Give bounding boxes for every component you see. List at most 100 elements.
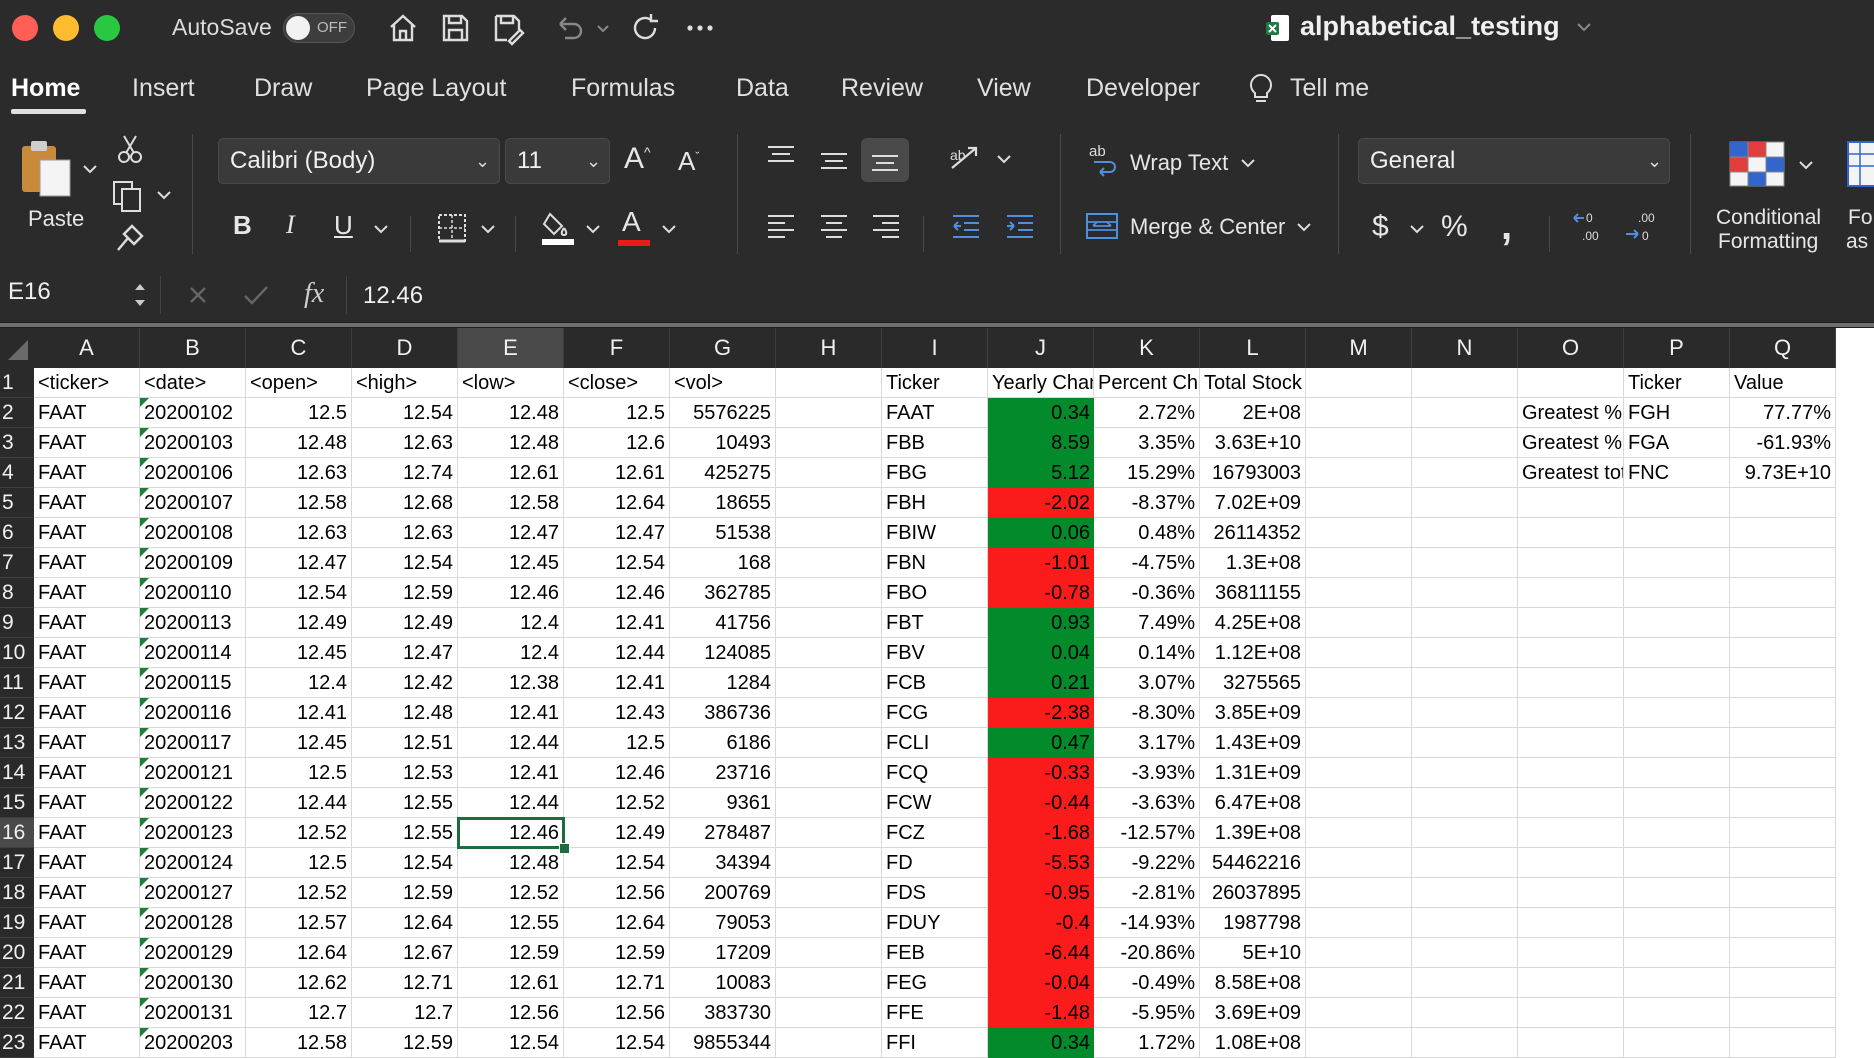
- cell-a11[interactable]: FAAT: [34, 668, 140, 698]
- cell-o22[interactable]: [1518, 998, 1624, 1028]
- cell-q1[interactable]: Value: [1730, 368, 1836, 398]
- cell-h9[interactable]: [776, 608, 882, 638]
- bold-icon[interactable]: B: [233, 210, 252, 241]
- row-header-23[interactable]: 23: [0, 1028, 34, 1058]
- cell-q18[interactable]: [1730, 878, 1836, 908]
- close-window-button[interactable]: [12, 15, 38, 41]
- cell-b9[interactable]: 20200113: [140, 608, 246, 638]
- cell-m12[interactable]: [1306, 698, 1412, 728]
- cell-a3[interactable]: FAAT: [34, 428, 140, 458]
- cell-b2[interactable]: 20200102: [140, 398, 246, 428]
- cell-i12[interactable]: FCG: [882, 698, 988, 728]
- format-as-table-icon[interactable]: [1846, 140, 1874, 188]
- title-chevron-down-icon[interactable]: [1576, 20, 1592, 34]
- cell-c11[interactable]: 12.4: [246, 668, 352, 698]
- cell-o23[interactable]: [1518, 1028, 1624, 1058]
- cell-n20[interactable]: [1412, 938, 1518, 968]
- cell-g17[interactable]: 34394: [670, 848, 776, 878]
- cell-e1[interactable]: <low>: [458, 368, 564, 398]
- cell-n3[interactable]: [1412, 428, 1518, 458]
- cell-a15[interactable]: FAAT: [34, 788, 140, 818]
- cell-c18[interactable]: 12.52: [246, 878, 352, 908]
- column-header-c[interactable]: C: [246, 328, 352, 368]
- cell-k1[interactable]: Percent Change: [1094, 368, 1200, 398]
- cell-m10[interactable]: [1306, 638, 1412, 668]
- cell-d18[interactable]: 12.59: [352, 878, 458, 908]
- cell-f4[interactable]: 12.61: [564, 458, 670, 488]
- cell-n6[interactable]: [1412, 518, 1518, 548]
- cell-o13[interactable]: [1518, 728, 1624, 758]
- cell-g3[interactable]: 10493: [670, 428, 776, 458]
- cell-h19[interactable]: [776, 908, 882, 938]
- wrap-text-icon[interactable]: ab: [1088, 142, 1120, 178]
- cell-e8[interactable]: 12.46: [458, 578, 564, 608]
- cell-c6[interactable]: 12.63: [246, 518, 352, 548]
- cell-i4[interactable]: FBG: [882, 458, 988, 488]
- cell-p23[interactable]: [1624, 1028, 1730, 1058]
- row-header-8[interactable]: 8: [0, 578, 34, 608]
- wrap-text-label[interactable]: Wrap Text: [1130, 150, 1228, 176]
- cell-c1[interactable]: <open>: [246, 368, 352, 398]
- cell-a9[interactable]: FAAT: [34, 608, 140, 638]
- conditional-formatting-icon[interactable]: [1728, 140, 1786, 188]
- cell-j14[interactable]: -0.33: [988, 758, 1094, 788]
- row-header-3[interactable]: 3: [0, 428, 34, 458]
- cell-p7[interactable]: [1624, 548, 1730, 578]
- cell-p8[interactable]: [1624, 578, 1730, 608]
- cell-q10[interactable]: [1730, 638, 1836, 668]
- cell-i17[interactable]: FD: [882, 848, 988, 878]
- cell-d6[interactable]: 12.63: [352, 518, 458, 548]
- cell-d8[interactable]: 12.59: [352, 578, 458, 608]
- cell-o1[interactable]: [1518, 368, 1624, 398]
- cell-l12[interactable]: 3.85E+09: [1200, 698, 1306, 728]
- cell-p17[interactable]: [1624, 848, 1730, 878]
- cell-e13[interactable]: 12.44: [458, 728, 564, 758]
- document-title[interactable]: alphabetical_testing: [1300, 11, 1560, 42]
- cell-l4[interactable]: 16793003: [1200, 458, 1306, 488]
- cell-h23[interactable]: [776, 1028, 882, 1058]
- cell-l16[interactable]: 1.39E+08: [1200, 818, 1306, 848]
- column-header-a[interactable]: A: [34, 328, 140, 368]
- cell-p14[interactable]: [1624, 758, 1730, 788]
- number-format-dropdown[interactable]: General ⌄: [1358, 138, 1670, 184]
- insert-function-icon[interactable]: fx: [304, 278, 324, 310]
- comma-style-icon[interactable]: ,: [1501, 204, 1512, 249]
- cell-j17[interactable]: -5.53: [988, 848, 1094, 878]
- cell-h17[interactable]: [776, 848, 882, 878]
- cell-c15[interactable]: 12.44: [246, 788, 352, 818]
- cell-o4[interactable]: Greatest total volume: [1518, 458, 1624, 488]
- cell-f9[interactable]: 12.41: [564, 608, 670, 638]
- row-header-7[interactable]: 7: [0, 548, 34, 578]
- italic-icon[interactable]: I: [286, 210, 295, 240]
- cell-i9[interactable]: FBT: [882, 608, 988, 638]
- column-header-f[interactable]: F: [564, 328, 670, 368]
- cell-f14[interactable]: 12.46: [564, 758, 670, 788]
- cell-l11[interactable]: 3275565: [1200, 668, 1306, 698]
- cell-q22[interactable]: [1730, 998, 1836, 1028]
- cell-a13[interactable]: FAAT: [34, 728, 140, 758]
- cell-m19[interactable]: [1306, 908, 1412, 938]
- paste-chevron-down-icon[interactable]: [82, 162, 98, 176]
- increase-decimal-icon[interactable]: 0.00: [1572, 210, 1608, 244]
- cell-l6[interactable]: 26114352: [1200, 518, 1306, 548]
- currency-chevron-down-icon[interactable]: [1409, 222, 1425, 236]
- autosave-toggle[interactable]: OFF: [283, 13, 355, 43]
- row-header-14[interactable]: 14: [0, 758, 34, 788]
- cell-h6[interactable]: [776, 518, 882, 548]
- column-header-b[interactable]: B: [140, 328, 246, 368]
- cell-m20[interactable]: [1306, 938, 1412, 968]
- row-header-15[interactable]: 15: [0, 788, 34, 818]
- cell-n11[interactable]: [1412, 668, 1518, 698]
- cell-g23[interactable]: 9855344: [670, 1028, 776, 1058]
- cell-l3[interactable]: 3.63E+10: [1200, 428, 1306, 458]
- cell-n5[interactable]: [1412, 488, 1518, 518]
- cell-n14[interactable]: [1412, 758, 1518, 788]
- cell-k12[interactable]: -8.30%: [1094, 698, 1200, 728]
- save-as-icon[interactable]: [489, 10, 525, 46]
- cell-j16[interactable]: -1.68: [988, 818, 1094, 848]
- cell-g22[interactable]: 383730: [670, 998, 776, 1028]
- cell-f17[interactable]: 12.54: [564, 848, 670, 878]
- cell-l9[interactable]: 4.25E+08: [1200, 608, 1306, 638]
- cell-o8[interactable]: [1518, 578, 1624, 608]
- font-size-dropdown[interactable]: 11 ⌄: [505, 138, 610, 184]
